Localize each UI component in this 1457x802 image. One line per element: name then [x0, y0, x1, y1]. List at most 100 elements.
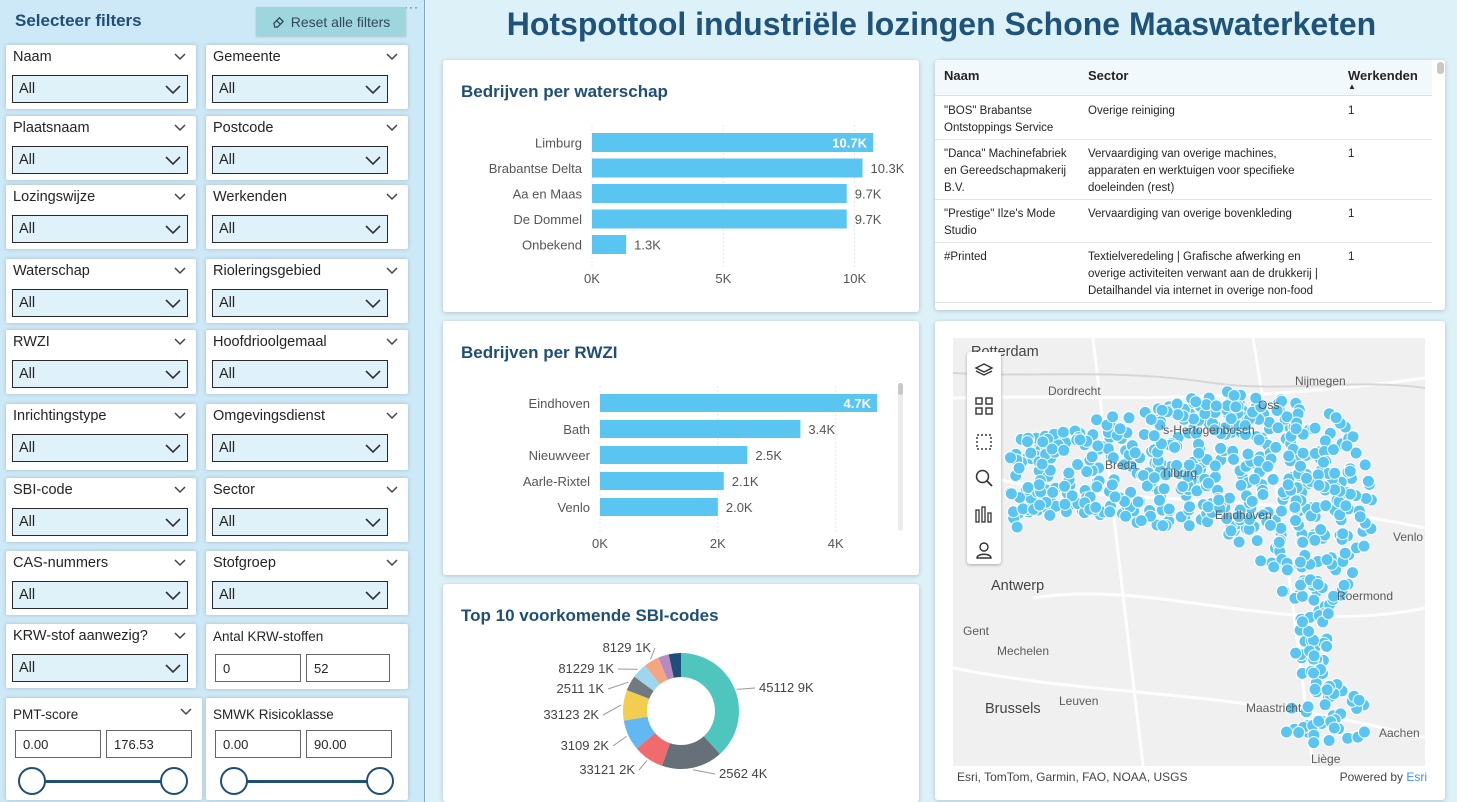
reset-filters-button[interactable]: Reset alle filters [256, 7, 406, 36]
slicer-dropdown[interactable]: All [212, 215, 388, 243]
slicer-dropdown[interactable]: All [212, 360, 388, 388]
company-point[interactable] [1245, 494, 1259, 508]
company-point[interactable] [1266, 472, 1280, 486]
company-point[interactable] [1320, 553, 1334, 567]
chevron-down-icon[interactable] [385, 189, 399, 203]
company-point[interactable] [1308, 533, 1322, 547]
company-point[interactable] [1227, 452, 1240, 466]
slicer-dropdown[interactable]: All [212, 75, 388, 103]
company-point[interactable] [1289, 646, 1303, 660]
slicer-dropdown[interactable]: All [12, 581, 188, 609]
table-row[interactable]: #Printed Textielveredeling | Grafische af… [935, 243, 1432, 303]
company-point[interactable] [1294, 459, 1307, 473]
company-point[interactable] [1021, 481, 1035, 494]
company-point[interactable] [1353, 510, 1367, 524]
pmt-slider-min-thumb[interactable] [18, 767, 46, 795]
company-point[interactable] [1296, 535, 1310, 549]
company-point[interactable] [1012, 461, 1026, 475]
smwk-max-input[interactable]: 90.00 [306, 730, 392, 758]
company-point[interactable] [1062, 466, 1076, 480]
company-point[interactable] [1329, 411, 1343, 425]
company-point[interactable] [1058, 479, 1072, 493]
company-point[interactable] [1289, 514, 1302, 527]
company-point[interactable] [1168, 440, 1182, 454]
company-point[interactable] [1352, 693, 1366, 707]
company-point[interactable] [1201, 476, 1215, 490]
company-point[interactable] [1289, 422, 1303, 436]
company-point[interactable] [1032, 478, 1046, 492]
company-point[interactable] [1358, 458, 1372, 472]
company-point[interactable] [1300, 471, 1313, 485]
company-point[interactable] [1024, 446, 1038, 460]
rwzi-chart-scroll-thumb[interactable] [898, 383, 903, 395]
company-point[interactable] [1144, 413, 1158, 426]
company-point[interactable] [1292, 726, 1306, 739]
esri-link[interactable]: Esri [1406, 770, 1427, 784]
column-header-sector[interactable]: Sector [1088, 68, 1128, 83]
company-point[interactable] [1248, 472, 1261, 486]
company-point[interactable] [1147, 429, 1161, 443]
map-view[interactable]: Rotterdam Dordrecht Nijmegen Oss's-Hertogen… [953, 338, 1425, 766]
company-point[interactable] [1057, 443, 1071, 457]
smwk-slider-max-thumb[interactable] [366, 767, 394, 795]
company-point[interactable] [1155, 403, 1169, 417]
company-point[interactable] [1119, 509, 1133, 523]
company-point[interactable] [1085, 450, 1099, 464]
bar[interactable] [592, 133, 873, 152]
company-point[interactable] [1131, 495, 1145, 509]
company-point[interactable] [1326, 443, 1340, 457]
chevron-down-icon[interactable] [385, 49, 399, 63]
company-point[interactable] [1058, 497, 1072, 511]
company-point[interactable] [1004, 487, 1018, 501]
pmt-max-input[interactable]: 176.53 [106, 730, 192, 758]
chevron-down-icon[interactable] [385, 408, 399, 422]
reference-layer-icon[interactable] [974, 540, 994, 560]
krw-min-input[interactable]: 0 [215, 654, 301, 682]
bar[interactable] [592, 209, 847, 229]
bar[interactable] [600, 420, 801, 438]
company-point[interactable] [1357, 539, 1371, 553]
company-point[interactable] [1318, 698, 1332, 712]
company-point[interactable] [1271, 421, 1285, 435]
company-point[interactable] [1232, 535, 1246, 549]
company-point[interactable] [1113, 422, 1127, 436]
company-point[interactable] [1250, 534, 1264, 548]
company-point[interactable] [1322, 734, 1336, 747]
company-point[interactable] [1241, 447, 1255, 461]
company-point[interactable] [1176, 480, 1190, 493]
slicer-dropdown[interactable]: All [212, 289, 388, 317]
company-point[interactable] [1280, 563, 1294, 577]
company-point[interactable] [1288, 500, 1302, 514]
company-point[interactable] [1056, 425, 1070, 439]
company-point[interactable] [1296, 446, 1310, 460]
bar[interactable] [600, 498, 718, 516]
company-point[interactable] [1307, 666, 1320, 680]
chevron-down-icon[interactable] [173, 189, 187, 203]
slicer-dropdown[interactable]: All [212, 508, 388, 536]
rwzi-chart-scrollbar[interactable] [898, 383, 903, 531]
company-point[interactable] [1010, 520, 1024, 534]
table-scrollbar[interactable] [1437, 62, 1444, 74]
chevron-down-icon[interactable] [173, 334, 187, 348]
chevron-down-icon[interactable] [385, 482, 399, 496]
pmt-slider-track[interactable] [32, 780, 174, 783]
slicer-dropdown[interactable]: All [12, 360, 188, 388]
company-point[interactable] [1021, 435, 1034, 449]
company-point[interactable] [1307, 593, 1321, 607]
company-point[interactable] [1320, 683, 1334, 697]
slicer-dropdown[interactable]: All [12, 508, 188, 536]
company-point[interactable] [1256, 488, 1270, 501]
company-point[interactable] [1327, 721, 1341, 735]
chevron-down-icon[interactable] [173, 408, 187, 422]
company-point[interactable] [1043, 508, 1057, 522]
bar[interactable] [600, 472, 724, 490]
company-point[interactable] [1338, 546, 1352, 560]
company-point[interactable] [1073, 433, 1087, 447]
chevron-down-icon[interactable] [385, 334, 399, 348]
company-point[interactable] [1281, 478, 1295, 492]
slicer-dropdown[interactable]: All [12, 289, 188, 317]
company-point[interactable] [1134, 514, 1148, 528]
company-point[interactable] [1312, 714, 1326, 728]
company-point[interactable] [1343, 464, 1357, 478]
slicer-dropdown[interactable]: All [12, 215, 188, 243]
